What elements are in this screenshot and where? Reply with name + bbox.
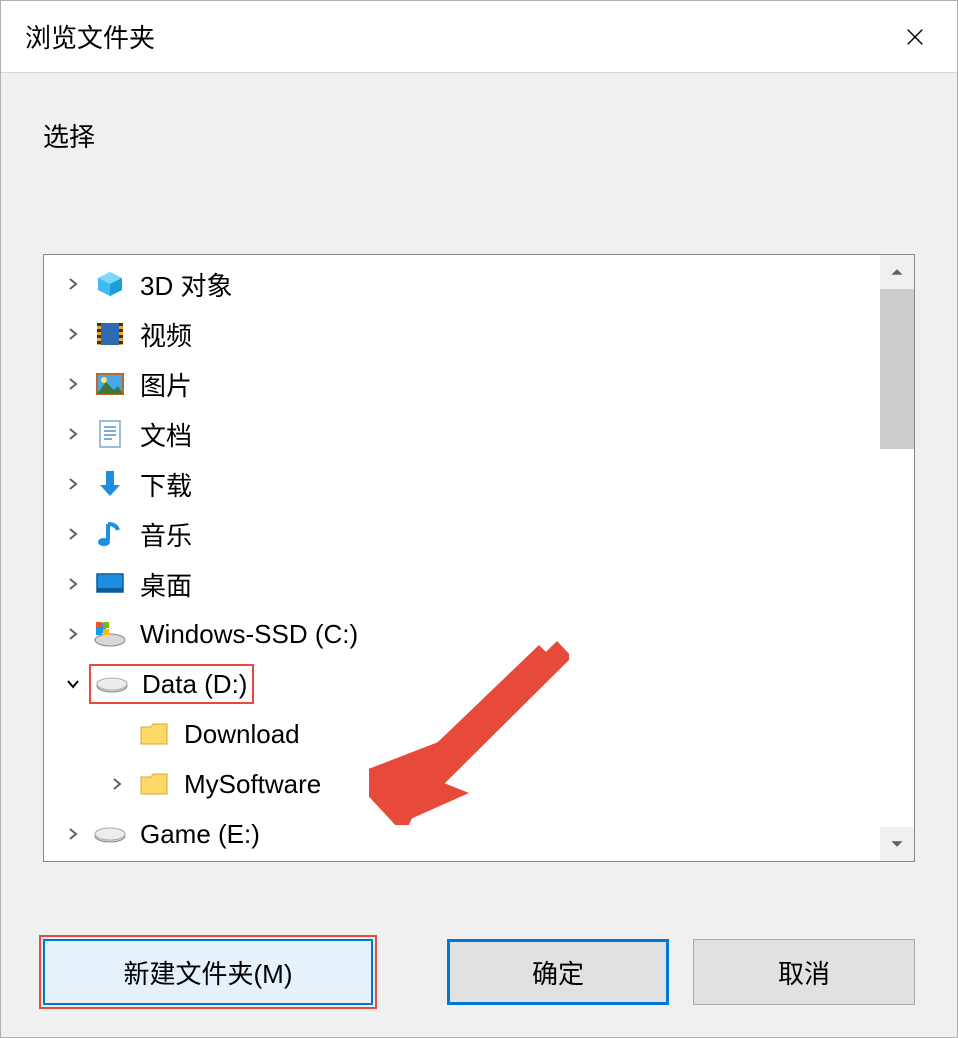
tree-item-label: 视频 xyxy=(140,316,192,353)
chevron-right-icon[interactable] xyxy=(56,376,90,392)
highlighted-selection: Data (D:) xyxy=(90,665,253,703)
titlebar: 浏览文件夹 xyxy=(1,1,957,73)
drive-icon xyxy=(92,667,132,701)
tree-item-label: Download xyxy=(184,719,300,750)
chevron-right-icon[interactable] xyxy=(56,576,90,592)
dialog-title: 浏览文件夹 xyxy=(25,18,155,55)
browse-folder-dialog: 浏览文件夹 选择 3D 对象视频图片文档下载音乐桌面 Windows-SSD (C… xyxy=(0,0,958,1038)
close-icon xyxy=(904,26,926,48)
tree-item[interactable]: Data (D:) xyxy=(44,659,914,709)
tree-item[interactable]: 图片 xyxy=(44,359,914,409)
tree-item-label: 文档 xyxy=(140,416,192,453)
desktop-icon xyxy=(90,567,130,601)
tree-item[interactable]: MySoftware xyxy=(44,759,914,809)
new-folder-label: 新建文件夹(M) xyxy=(124,954,293,991)
tree-item-label: MySoftware xyxy=(184,769,321,800)
chevron-right-icon[interactable] xyxy=(56,326,90,342)
dialog-content: 选择 3D 对象视频图片文档下载音乐桌面 Windows-SSD (C:) Data… xyxy=(1,73,957,1037)
dialog-button-row: 新建文件夹(M) 确定 取消 xyxy=(43,939,915,1005)
tree-item-label: Game (E:) xyxy=(140,819,260,850)
3d-objects-icon xyxy=(90,267,130,301)
new-folder-button[interactable]: 新建文件夹(M) xyxy=(43,939,373,1005)
music-icon xyxy=(90,517,130,551)
close-button[interactable] xyxy=(897,19,933,55)
ok-button[interactable]: 确定 xyxy=(447,939,669,1005)
chevron-right-icon[interactable] xyxy=(56,626,90,642)
drive-icon xyxy=(90,817,130,851)
tree-item[interactable]: 桌面 xyxy=(44,559,914,609)
folder-icon xyxy=(134,767,174,801)
tree-item-label: Windows-SSD (C:) xyxy=(140,619,358,650)
videos-icon xyxy=(90,317,130,351)
tree-item-label: 音乐 xyxy=(140,516,192,553)
tree-item[interactable]: 音乐 xyxy=(44,509,914,559)
chevron-right-icon[interactable] xyxy=(56,476,90,492)
cancel-button[interactable]: 取消 xyxy=(693,939,915,1005)
tree-item-label: Data (D:) xyxy=(142,669,247,700)
tree-item[interactable]: 下载 xyxy=(44,459,914,509)
folder-icon xyxy=(134,717,174,751)
drive-win-icon xyxy=(90,617,130,651)
chevron-right-icon[interactable] xyxy=(100,776,134,792)
tree-item-label: 图片 xyxy=(140,366,192,403)
tree-item-label: 下载 xyxy=(140,466,192,503)
tree-item-label: 桌面 xyxy=(140,566,192,603)
tree-item[interactable]: Windows-SSD (C:) xyxy=(44,609,914,659)
tree-item[interactable]: Download xyxy=(44,709,914,759)
instruction-label: 选择 xyxy=(43,117,915,154)
chevron-right-icon[interactable] xyxy=(56,826,90,842)
tree-item-label: 3D 对象 xyxy=(140,266,232,303)
pictures-icon xyxy=(90,367,130,401)
tree-item[interactable]: Game (E:) xyxy=(44,809,914,859)
folder-tree[interactable]: 3D 对象视频图片文档下载音乐桌面 Windows-SSD (C:) Data (D… xyxy=(43,254,915,862)
chevron-right-icon[interactable] xyxy=(56,276,90,292)
documents-icon xyxy=(90,417,130,451)
tree-item[interactable]: 视频 xyxy=(44,309,914,359)
scroll-down-button[interactable] xyxy=(880,827,914,861)
chevron-right-icon[interactable] xyxy=(56,426,90,442)
cancel-label: 取消 xyxy=(778,954,830,991)
chevron-down-icon[interactable] xyxy=(56,676,90,692)
tree-item[interactable]: 文档 xyxy=(44,409,914,459)
tree-item[interactable]: 3D 对象 xyxy=(44,259,914,309)
downloads-icon xyxy=(90,467,130,501)
chevron-right-icon[interactable] xyxy=(56,526,90,542)
scroll-up-button[interactable] xyxy=(880,255,914,289)
ok-label: 确定 xyxy=(532,954,584,991)
